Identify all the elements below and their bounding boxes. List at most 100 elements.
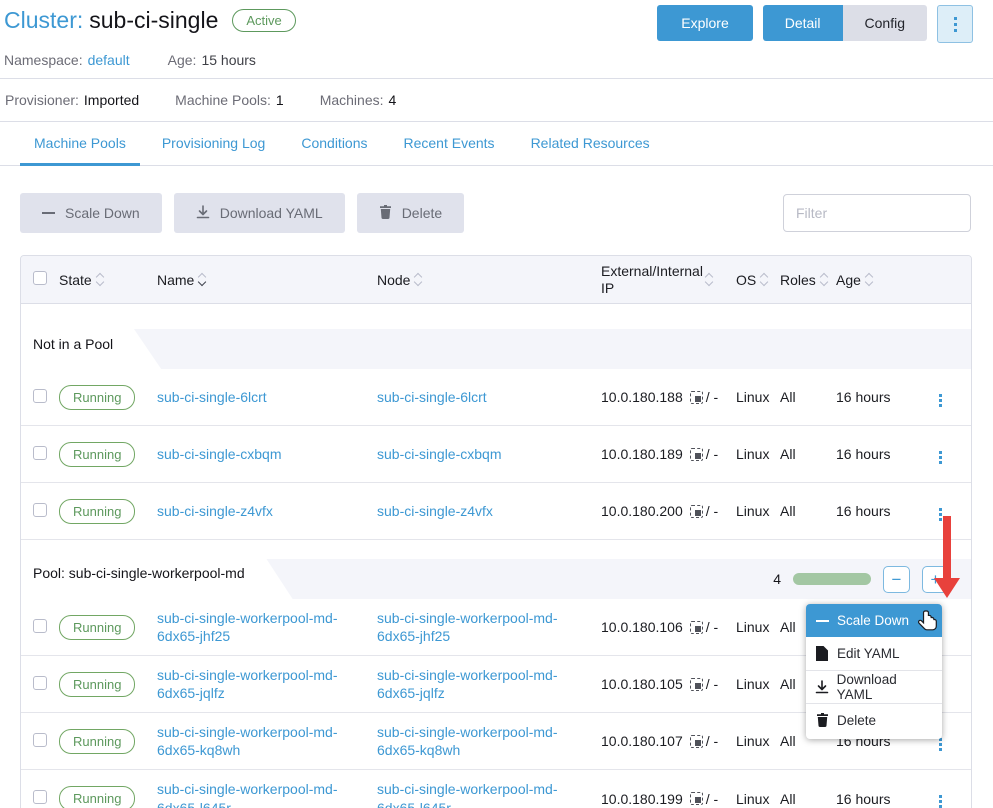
detail-tabs: Machine Pools Provisioning Log Condition… bbox=[0, 122, 993, 166]
machine-pools-field: Machine Pools:1 bbox=[175, 92, 284, 108]
download-icon bbox=[814, 680, 830, 694]
node-link[interactable]: sub-ci-single-workerpool-md-6dx65-kq8wh bbox=[377, 724, 558, 758]
trash-icon bbox=[814, 713, 830, 727]
table-row[interactable]: Running sub-ci-single-cxbqm sub-ci-singl… bbox=[21, 426, 971, 483]
copy-icon[interactable] bbox=[690, 391, 703, 404]
roles-value: All bbox=[780, 791, 836, 807]
machine-name-link[interactable]: sub-ci-single-workerpool-md-6dx65-kq8wh bbox=[157, 724, 338, 758]
row-checkbox[interactable] bbox=[33, 503, 47, 517]
tab-related-resources[interactable]: Related Resources bbox=[517, 122, 664, 166]
os-value: Linux bbox=[736, 389, 780, 405]
cluster-actions-kebab-icon[interactable] bbox=[937, 5, 973, 43]
column-header-ip[interactable]: External/Internal IP bbox=[601, 263, 736, 295]
copy-icon[interactable] bbox=[690, 621, 703, 634]
machine-name-link[interactable]: sub-ci-single-cxbqm bbox=[157, 446, 281, 462]
machines-field: Machines:4 bbox=[320, 92, 397, 108]
roles-value: All bbox=[780, 503, 836, 519]
state-badge: Running bbox=[59, 729, 135, 754]
scale-down-button[interactable]: − bbox=[883, 566, 910, 593]
machine-name-link[interactable]: sub-ci-single-6lcrt bbox=[157, 389, 267, 405]
tab-conditions[interactable]: Conditions bbox=[287, 122, 381, 166]
os-value: Linux bbox=[736, 676, 780, 692]
machine-name-link[interactable]: sub-ci-single-workerpool-md-6dx65-jhf25 bbox=[157, 610, 338, 644]
copy-icon[interactable] bbox=[690, 448, 703, 461]
group-tab: Pool: sub-ci-single-workerpool-md bbox=[21, 547, 293, 599]
sort-icon[interactable] bbox=[706, 274, 712, 285]
node-link[interactable]: sub-ci-single-workerpool-md-6dx65-jhf25 bbox=[377, 610, 558, 644]
sort-icon[interactable] bbox=[199, 274, 205, 285]
sort-icon[interactable] bbox=[761, 274, 767, 285]
sort-icon[interactable] bbox=[415, 274, 421, 285]
row-checkbox[interactable] bbox=[33, 619, 47, 633]
copy-icon[interactable] bbox=[690, 792, 703, 805]
node-link[interactable]: sub-ci-single-workerpool-md-6dx65-l645r bbox=[377, 781, 558, 808]
menu-item-download-yaml[interactable]: Download YAML bbox=[806, 670, 942, 703]
copy-icon[interactable] bbox=[690, 678, 703, 691]
menu-item-delete[interactable]: Delete bbox=[806, 703, 942, 736]
row-checkbox[interactable] bbox=[33, 790, 47, 804]
select-all-checkbox[interactable] bbox=[33, 271, 47, 285]
row-checkbox[interactable] bbox=[33, 733, 47, 747]
external-ip: 10.0.180.107 bbox=[601, 733, 683, 749]
row-actions-kebab-icon[interactable] bbox=[935, 390, 946, 411]
machine-name-link[interactable]: sub-ci-single-workerpool-md-6dx65-jqlfz bbox=[157, 667, 338, 701]
row-actions-kebab-icon[interactable] bbox=[935, 504, 946, 525]
row-checkbox[interactable] bbox=[33, 389, 47, 403]
table-row[interactable]: Running sub-ci-single-z4vfx sub-ci-singl… bbox=[21, 483, 971, 540]
scale-progress-bar bbox=[793, 573, 871, 585]
menu-item-scale-down[interactable]: Scale Down bbox=[806, 604, 942, 637]
internal-ip: / - bbox=[706, 733, 718, 749]
state-badge: Running bbox=[59, 499, 135, 524]
column-header-roles[interactable]: Roles bbox=[780, 272, 836, 288]
group-header-workerpool: Pool: sub-ci-single-workerpool-md 4 − + bbox=[21, 547, 971, 599]
age-label: Age: bbox=[168, 52, 197, 68]
menu-item-edit-yaml[interactable]: Edit YAML bbox=[806, 637, 942, 670]
tab-recent-events[interactable]: Recent Events bbox=[390, 122, 509, 166]
tab-provisioning-log[interactable]: Provisioning Log bbox=[148, 122, 280, 166]
table-row[interactable]: Running sub-ci-single-workerpool-md-6dx6… bbox=[21, 770, 971, 808]
sort-icon[interactable] bbox=[866, 274, 872, 285]
external-ip: 10.0.180.188 bbox=[601, 389, 683, 405]
explore-button[interactable]: Explore bbox=[657, 5, 752, 41]
node-link[interactable]: sub-ci-single-cxbqm bbox=[377, 446, 501, 462]
node-link[interactable]: sub-ci-single-workerpool-md-6dx65-jqlfz bbox=[377, 667, 558, 701]
column-header-state[interactable]: State bbox=[59, 272, 157, 288]
pool-scale-controls: 4 − + bbox=[773, 559, 949, 599]
config-button[interactable]: Config bbox=[843, 5, 927, 41]
node-link[interactable]: sub-ci-single-z4vfx bbox=[377, 503, 493, 519]
internal-ip: / - bbox=[706, 389, 718, 405]
cluster-label: Cluster: bbox=[4, 7, 83, 34]
scale-down-bulk-button[interactable]: Scale Down bbox=[20, 193, 162, 233]
download-yaml-bulk-button[interactable]: Download YAML bbox=[174, 193, 345, 233]
copy-icon[interactable] bbox=[690, 735, 703, 748]
group-header-not-in-pool: Not in a Pool bbox=[21, 319, 971, 369]
column-header-os[interactable]: OS bbox=[736, 272, 780, 288]
row-actions-kebab-icon[interactable] bbox=[935, 791, 946, 808]
node-link[interactable]: sub-ci-single-6lcrt bbox=[377, 389, 487, 405]
internal-ip: / - bbox=[706, 503, 718, 519]
detail-button[interactable]: Detail bbox=[763, 5, 843, 41]
row-checkbox[interactable] bbox=[33, 446, 47, 460]
machine-name-link[interactable]: sub-ci-single-z4vfx bbox=[157, 503, 273, 519]
row-actions-kebab-icon[interactable] bbox=[935, 447, 946, 468]
column-header-node[interactable]: Node bbox=[377, 272, 601, 288]
age-value: 16 hours bbox=[836, 791, 935, 807]
table-row[interactable]: Running sub-ci-single-6lcrt sub-ci-singl… bbox=[21, 369, 971, 426]
column-header-name[interactable]: Name bbox=[157, 272, 377, 288]
detail-config-segment: Detail Config bbox=[763, 5, 927, 41]
row-context-menu: Scale Down Edit YAML Download YAML Delet… bbox=[806, 604, 942, 739]
external-ip: 10.0.180.200 bbox=[601, 503, 683, 519]
row-checkbox[interactable] bbox=[33, 676, 47, 690]
delete-bulk-button[interactable]: Delete bbox=[357, 193, 464, 233]
sort-icon[interactable] bbox=[821, 274, 827, 285]
machine-name-link[interactable]: sub-ci-single-workerpool-md-6dx65-l645r bbox=[157, 781, 338, 808]
tab-machine-pools[interactable]: Machine Pools bbox=[20, 122, 140, 166]
namespace-link[interactable]: default bbox=[88, 52, 130, 68]
scale-up-button[interactable]: + bbox=[922, 566, 949, 593]
sort-icon[interactable] bbox=[97, 274, 103, 285]
scale-down-label: Scale Down bbox=[65, 205, 140, 221]
os-value: Linux bbox=[736, 619, 780, 635]
column-header-age[interactable]: Age bbox=[836, 272, 935, 288]
filter-input[interactable] bbox=[783, 194, 971, 232]
copy-icon[interactable] bbox=[690, 505, 703, 518]
